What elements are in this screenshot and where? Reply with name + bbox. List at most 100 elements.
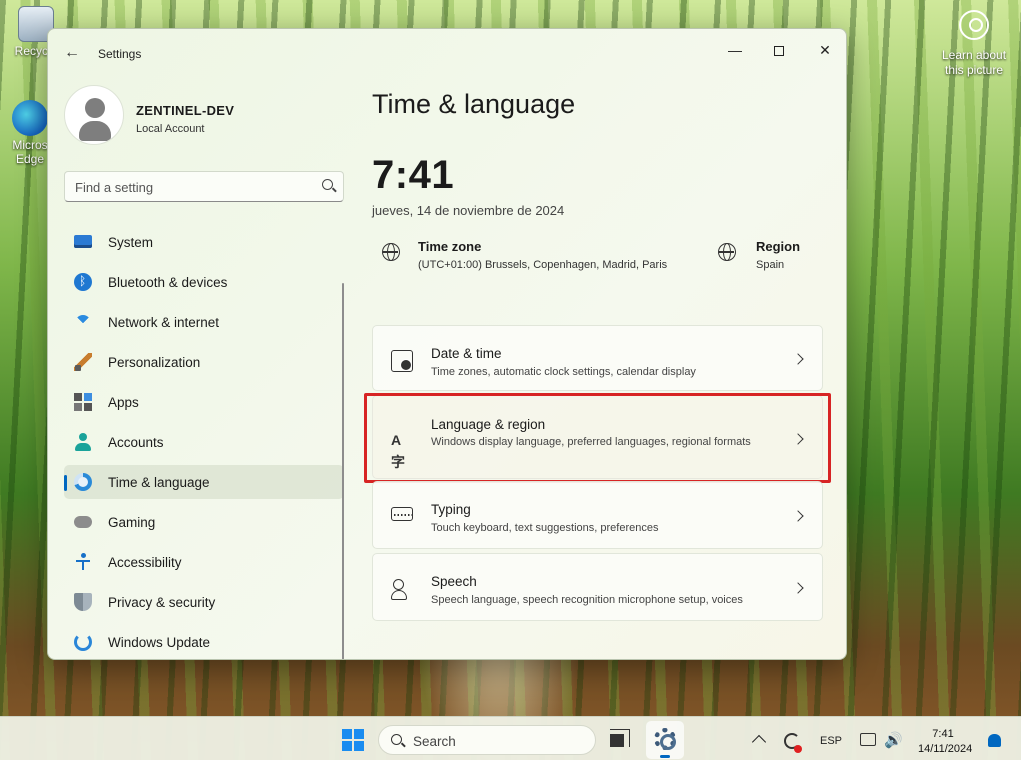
task-view-icon[interactable] <box>610 729 630 747</box>
settings-taskbar-button[interactable] <box>646 721 684 759</box>
taskbar: ESP 🔊 7:41 14/11/2024 <box>0 716 1021 760</box>
edge-icon <box>12 100 48 136</box>
sidebar-item-personalization[interactable]: Personalization <box>64 345 344 379</box>
wifi-icon <box>74 313 92 331</box>
card-title: Language & region <box>431 417 546 432</box>
start-button[interactable] <box>342 729 364 751</box>
language-icon: A字 <box>391 432 405 470</box>
gear-icon <box>654 728 676 750</box>
card-subtitle: Speech language, speech recognition micr… <box>431 594 743 606</box>
chevron-up-icon[interactable] <box>751 734 767 750</box>
window-title: Settings <box>98 47 142 61</box>
title-bar[interactable]: ← Settings — ✕ <box>48 29 846 75</box>
chevron-right-icon <box>792 433 804 445</box>
sidebar-item-privacy[interactable]: Privacy & security <box>64 585 344 619</box>
search-icon <box>391 734 402 745</box>
search-input[interactable] <box>75 178 305 196</box>
back-arrow-icon[interactable]: ← <box>62 43 82 63</box>
sidebar-item-label: Network & internet <box>108 315 220 330</box>
sidebar-item-network[interactable]: Network & internet <box>64 305 344 339</box>
brush-icon <box>74 353 92 371</box>
sidebar: ZENTINEL-DEV Local Account System Blueto… <box>48 75 348 659</box>
find-setting-search[interactable] <box>64 171 344 202</box>
avatar[interactable] <box>64 85 124 145</box>
speech-icon <box>391 578 413 600</box>
close-button[interactable]: ✕ <box>802 35 846 65</box>
sidebar-item-windows-update[interactable]: Windows Update <box>64 625 344 659</box>
sidebar-item-apps[interactable]: Apps <box>64 385 344 419</box>
sidebar-scrollbar[interactable] <box>342 283 344 659</box>
region-info: Region Spain <box>718 235 828 275</box>
apps-icon <box>74 393 92 411</box>
notification-bell-icon[interactable] <box>988 734 1001 747</box>
account-type: Local Account <box>136 123 205 135</box>
page-title: Time & language <box>372 89 576 119</box>
learn-about-picture-label: Learn about this picture <box>941 48 1007 77</box>
sidebar-item-label: Gaming <box>108 515 156 530</box>
keyboard-icon <box>391 507 413 521</box>
settings-window: ← Settings — ✕ ZENTINEL-DEV Local Accoun… <box>47 28 847 660</box>
update-icon <box>74 633 92 651</box>
clock[interactable]: 7:41 14/11/2024 <box>918 727 973 757</box>
nav-list: System Bluetooth & devices Network & int… <box>64 225 344 659</box>
card-title: Date & time <box>431 346 502 361</box>
sidebar-item-label: Bluetooth & devices <box>108 275 228 290</box>
time-zone-title: Time zone <box>418 239 482 254</box>
current-date: jueves, 14 de noviembre de 2024 <box>372 203 565 218</box>
language-region-card[interactable]: A字 Language & region Windows display lan… <box>372 395 823 479</box>
time-zone-value: (UTC+01:00) Brussels, Copenhagen, Madrid… <box>418 259 668 271</box>
search-icon[interactable] <box>322 179 333 190</box>
calendar-clock-icon <box>391 350 413 372</box>
alert-dot-icon <box>794 745 802 753</box>
monitor-icon <box>74 235 92 248</box>
time-zone-info: Time zone (UTC+01:00) Brussels, Copenhag… <box>380 235 710 275</box>
learn-about-picture[interactable]: Learn about this picture <box>936 8 1012 78</box>
region-title: Region <box>756 239 801 254</box>
taskbar-search-input[interactable] <box>413 732 573 750</box>
sidebar-item-accounts[interactable]: Accounts <box>64 425 344 459</box>
chevron-right-icon <box>792 510 804 522</box>
accessibility-icon <box>74 553 92 571</box>
sidebar-item-time-language[interactable]: Time & language <box>64 465 344 499</box>
sidebar-item-bluetooth[interactable]: Bluetooth & devices <box>64 265 344 299</box>
sidebar-item-label: Privacy & security <box>108 595 216 610</box>
sidebar-item-label: Apps <box>108 395 139 410</box>
taskbar-date: 14/11/2024 <box>918 743 973 755</box>
account-name: ZENTINEL-DEV <box>136 103 235 118</box>
chevron-right-icon <box>792 353 804 365</box>
input-language[interactable]: ESP <box>820 735 842 747</box>
card-title: Speech <box>431 574 477 589</box>
chevron-right-icon <box>792 582 804 594</box>
sidebar-item-accessibility[interactable]: Accessibility <box>64 545 344 579</box>
maximize-icon <box>774 46 784 57</box>
speech-card[interactable]: Speech Speech language, speech recogniti… <box>372 553 823 621</box>
active-indicator <box>660 755 670 758</box>
sidebar-item-label: Accessibility <box>108 555 182 570</box>
sidebar-item-label: Windows Update <box>108 635 211 650</box>
maximize-button[interactable] <box>756 35 802 65</box>
taskbar-time: 7:41 <box>932 728 954 740</box>
camera-icon <box>959 10 989 40</box>
bluetooth-icon <box>74 273 92 291</box>
sidebar-item-label: System <box>108 235 154 250</box>
clock-globe-icon <box>74 473 92 491</box>
current-time: 7:41 <box>372 153 455 197</box>
card-title: Typing <box>431 502 471 517</box>
minimize-button[interactable]: — <box>712 35 758 65</box>
card-subtitle: Touch keyboard, text suggestions, prefer… <box>431 522 659 534</box>
card-subtitle: Windows display language, preferred lang… <box>431 436 751 448</box>
volume-icon[interactable]: 🔊 <box>884 731 903 749</box>
date-time-card[interactable]: Date & time Time zones, automatic clock … <box>372 325 823 391</box>
person-icon <box>74 433 92 451</box>
region-value: Spain <box>756 259 785 271</box>
sidebar-item-label: Time & language <box>108 475 210 490</box>
typing-card[interactable]: Typing Touch keyboard, text suggestions,… <box>372 481 823 549</box>
main-content: Time & language 7:41 jueves, 14 de novie… <box>364 75 846 659</box>
taskbar-search[interactable] <box>378 725 596 755</box>
shield-icon <box>74 593 92 611</box>
sidebar-item-label: Accounts <box>108 435 164 450</box>
sidebar-item-system[interactable]: System <box>64 225 344 259</box>
sidebar-item-gaming[interactable]: Gaming <box>64 505 344 539</box>
card-subtitle: Time zones, automatic clock settings, ca… <box>431 366 696 378</box>
network-icon[interactable] <box>860 733 876 746</box>
